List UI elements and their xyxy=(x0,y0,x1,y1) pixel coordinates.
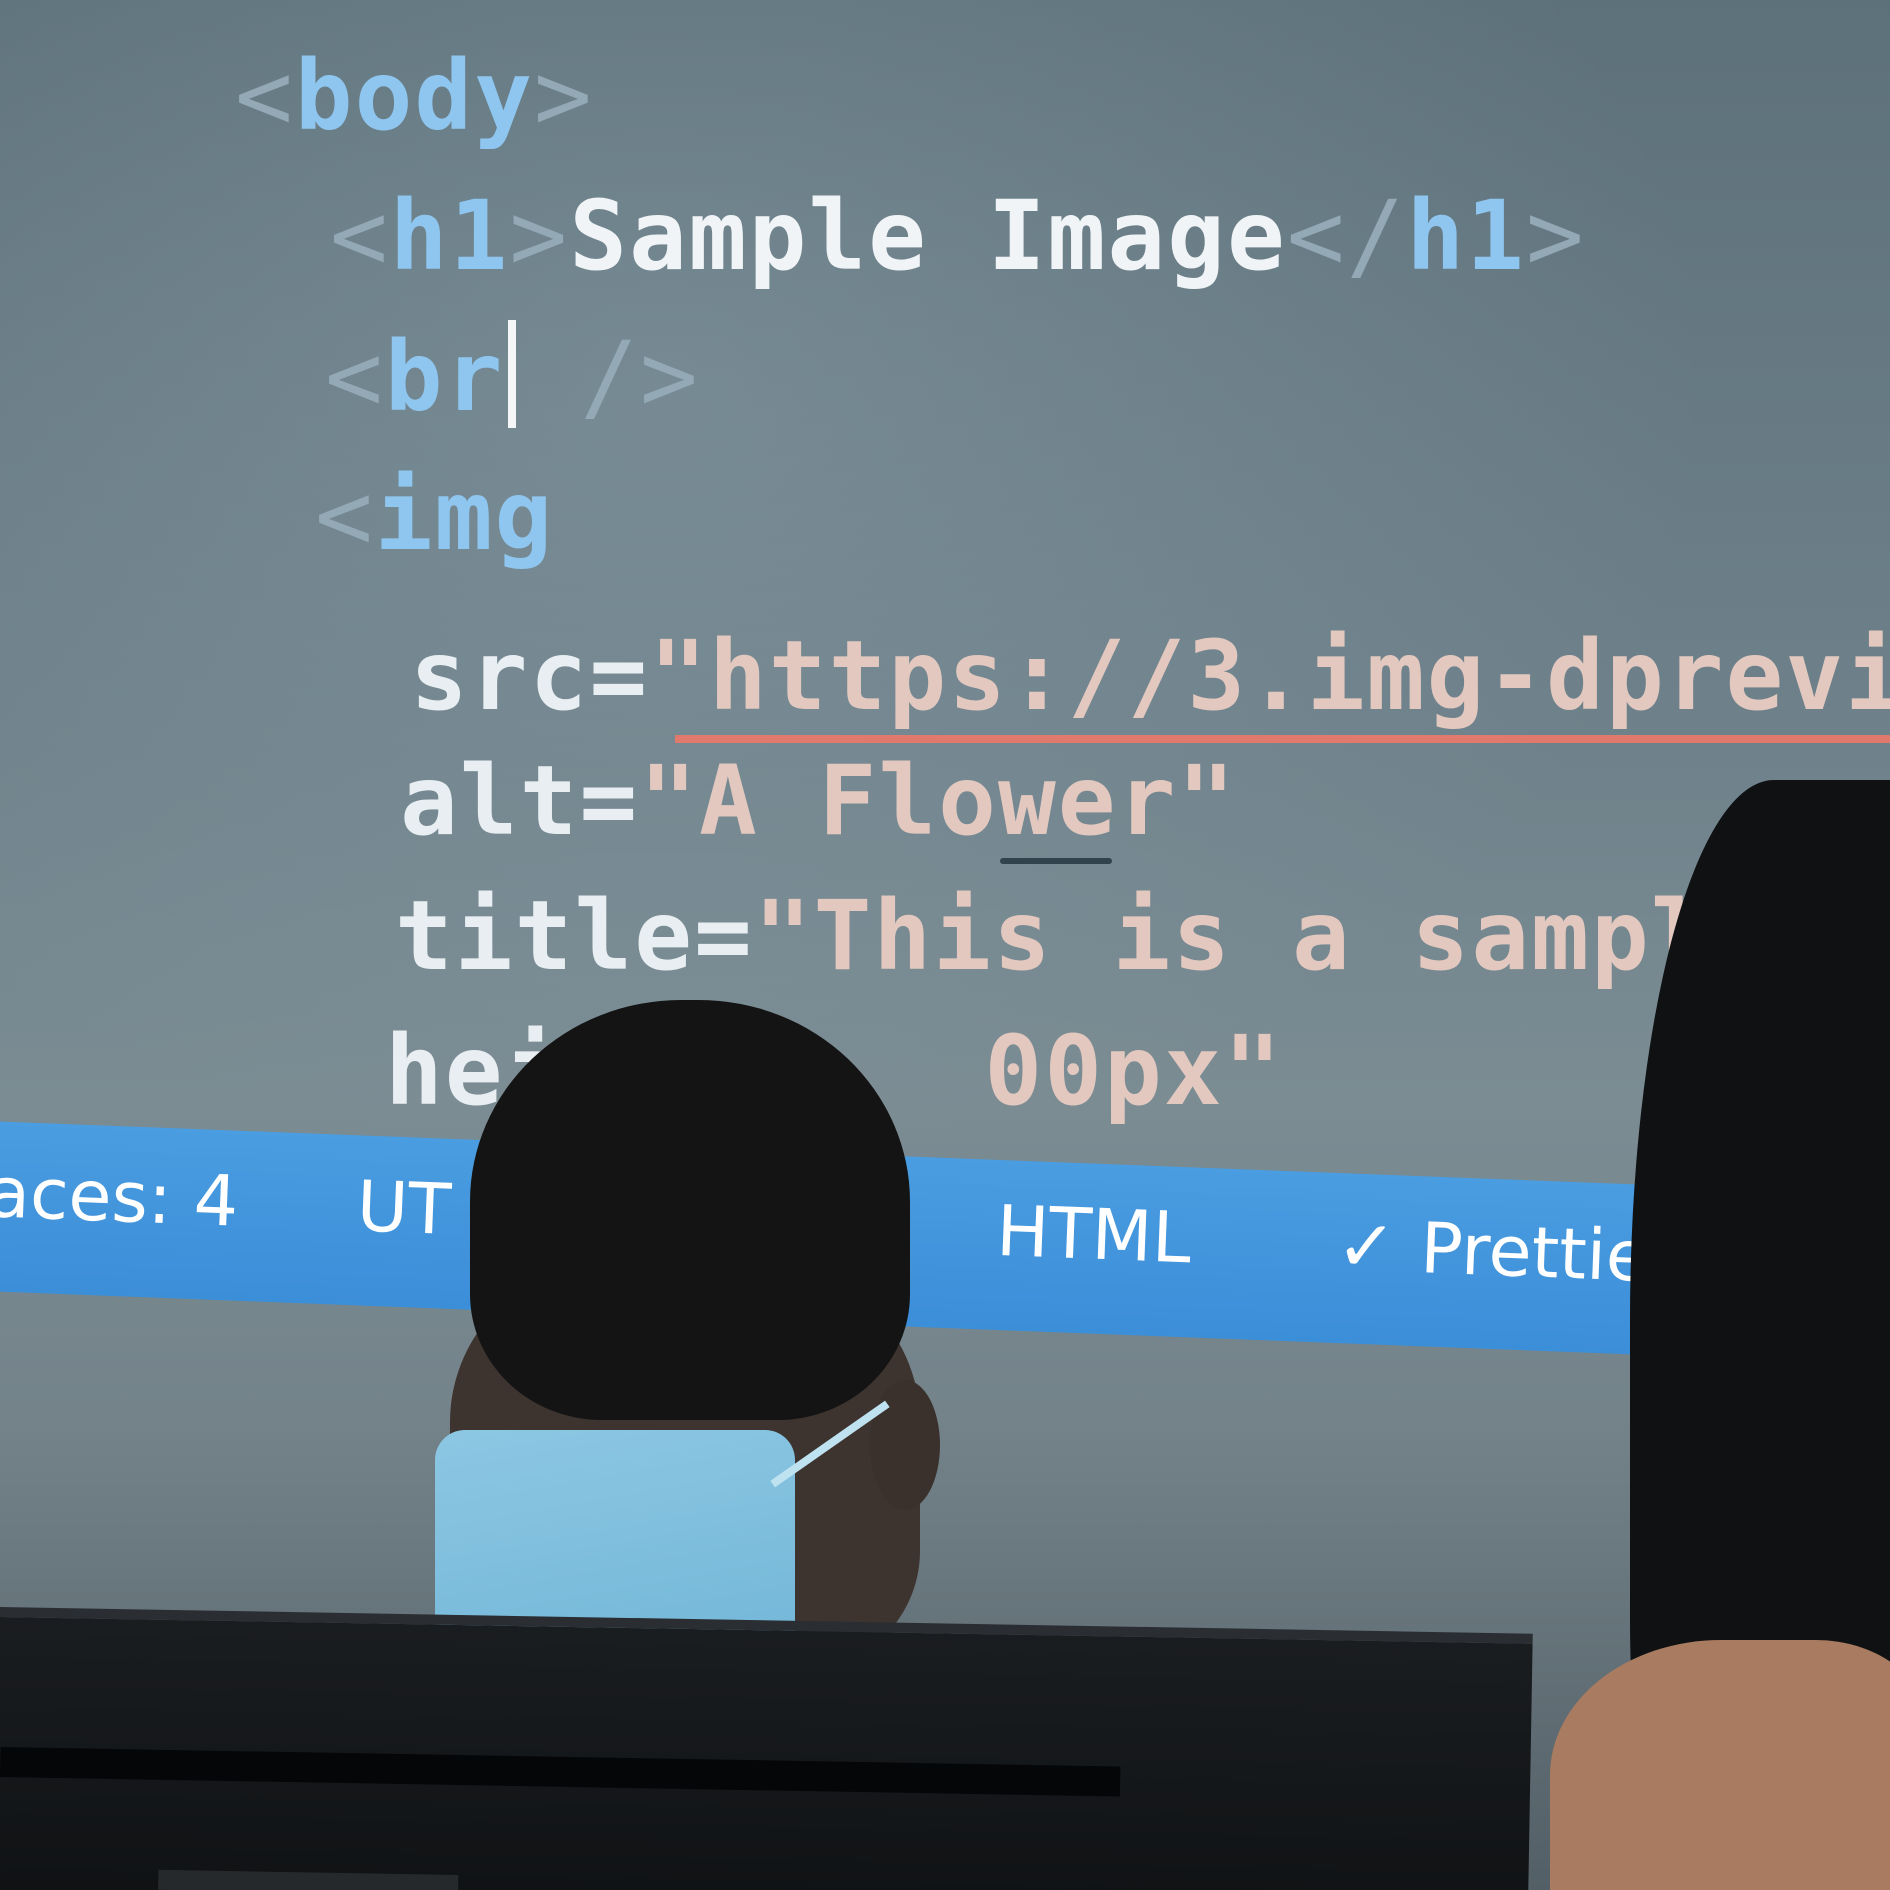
tag-bracket: > xyxy=(509,180,570,292)
person-foreground xyxy=(430,1000,950,1700)
monitor-detail xyxy=(158,1869,459,1890)
person-ear xyxy=(870,1380,940,1510)
tag-bracket: /> xyxy=(520,321,700,433)
tag-name-img: img xyxy=(374,460,555,572)
status-indentation[interactable]: aces: 4 xyxy=(0,1151,240,1243)
attr-alt: alt= xyxy=(400,745,640,857)
tag-bracket: </ xyxy=(1286,180,1407,292)
spellcheck-underline xyxy=(1000,858,1112,864)
attr-src: src= xyxy=(410,620,650,732)
tag-name-h1-close: h1 xyxy=(1406,180,1526,292)
code-line-br[interactable]: <br /> xyxy=(325,320,700,433)
code-line-body[interactable]: <body> xyxy=(235,40,594,152)
height-value: 00px" xyxy=(984,1015,1284,1127)
hand xyxy=(1550,1640,1890,1890)
attr-title: title= xyxy=(395,880,754,992)
link-underline xyxy=(675,735,1890,743)
status-language-mode[interactable]: HTML xyxy=(995,1190,1193,1279)
status-prettier[interactable]: ✓ Prettier xyxy=(1335,1203,1680,1300)
tag-name-body: body xyxy=(294,40,534,152)
photo-scene: <body> <h1>Sample Image</h1> <br /> <img… xyxy=(0,0,1890,1890)
tag-name-br: br xyxy=(384,321,505,433)
monitor-edge xyxy=(0,1747,1121,1797)
tag-bracket: < xyxy=(330,180,390,292)
language-label: HTML xyxy=(994,1189,1193,1280)
alt-value: "A Flower" xyxy=(639,745,1238,857)
check-icon: ✓ xyxy=(1334,1202,1399,1290)
monitor-back xyxy=(0,1606,1533,1890)
text-cursor xyxy=(508,320,517,428)
indentation-label: aces: 4 xyxy=(0,1151,240,1243)
code-line-img[interactable]: <img xyxy=(315,460,554,572)
person-hair xyxy=(470,1000,910,1420)
code-line-alt[interactable]: alt="A Flower" xyxy=(400,745,1237,857)
tag-bracket: < xyxy=(325,321,385,433)
code-line-h1[interactable]: <h1>Sample Image</h1> xyxy=(330,180,1586,292)
code-editor[interactable]: <body> <h1>Sample Image</h1> <br /> <img… xyxy=(0,0,1890,1130)
tag-bracket: > xyxy=(533,40,594,152)
tag-bracket: < xyxy=(235,40,295,152)
code-line-src[interactable]: src="https://3.img-dpreview xyxy=(410,620,1890,732)
tag-bracket: < xyxy=(315,460,375,572)
src-value-link[interactable]: "https://3.img-dpreview xyxy=(649,620,1890,732)
h1-text: Sample Image xyxy=(569,180,1287,292)
tag-bracket: > xyxy=(1525,180,1586,292)
tag-name-h1: h1 xyxy=(389,180,510,292)
